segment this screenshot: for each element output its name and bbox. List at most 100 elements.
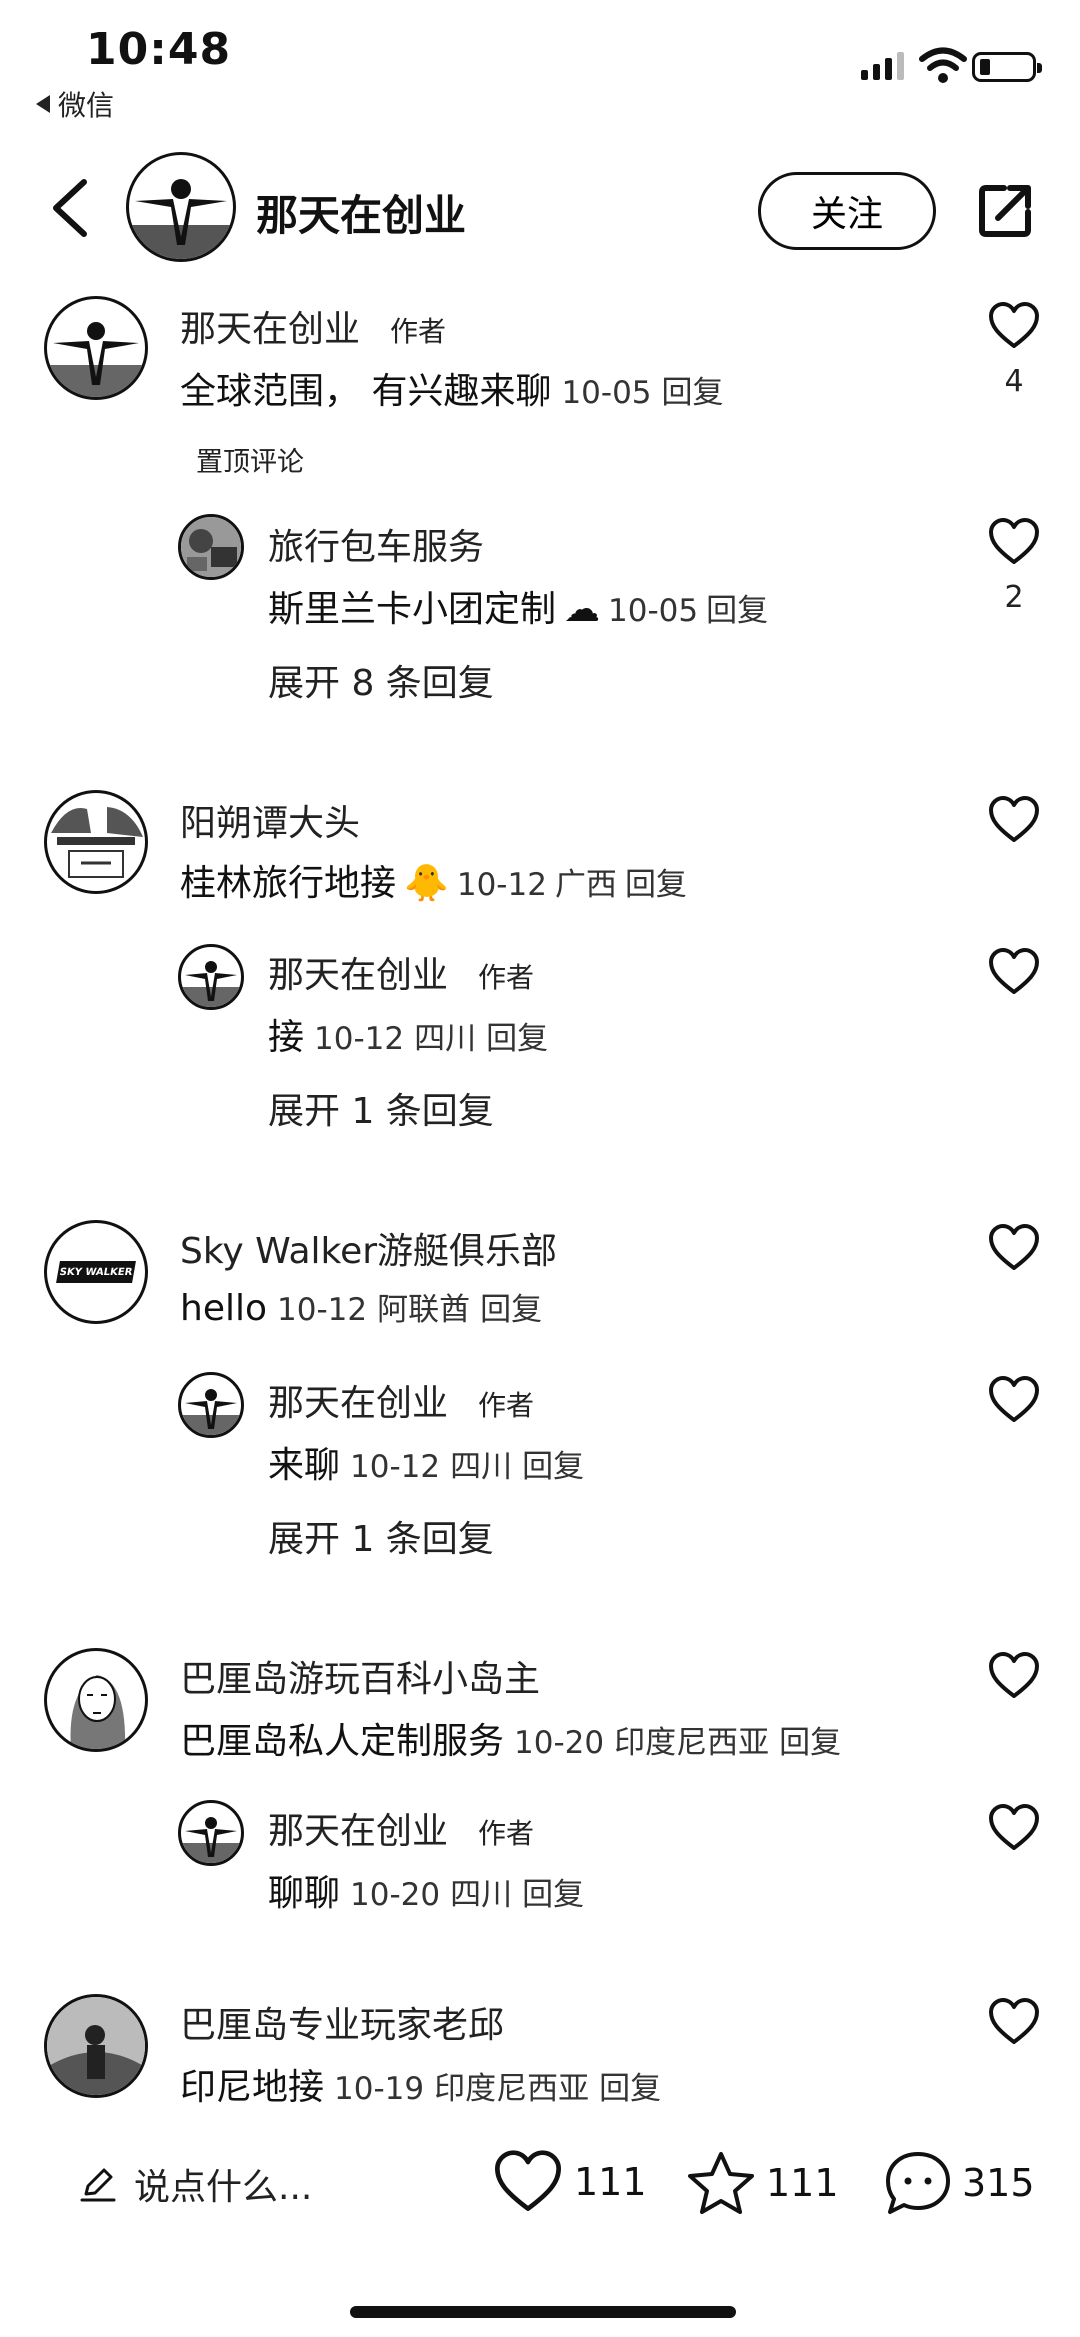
pinned-label: 置顶评论 xyxy=(196,447,304,478)
bird-emoji: 🐥 xyxy=(404,863,449,904)
reply-header: 那天在创业 作者 xyxy=(268,1802,534,1854)
reply-avatar[interactable] xyxy=(178,1372,244,1438)
comment-date: 10-12 xyxy=(456,867,547,903)
back-triangle-icon xyxy=(36,95,50,113)
reply-location: 四川 xyxy=(450,1877,513,1913)
comment-text: 巴厘岛私人定制服务 xyxy=(180,1721,505,1762)
reply-avatar[interactable] xyxy=(178,1800,244,1866)
avatar-logo-text: SKY WALKER xyxy=(56,1261,136,1283)
reply-username[interactable]: 那天在创业 xyxy=(268,946,448,998)
reply-body: 来聊 10-12 四川 回复 xyxy=(268,1436,584,1488)
heart-icon[interactable] xyxy=(988,1376,1040,1424)
reply-link[interactable]: 回复 xyxy=(779,1717,841,1762)
reply-link[interactable]: 回复 xyxy=(522,1441,584,1486)
author-tag: 作者 xyxy=(478,1817,535,1850)
reply-link[interactable]: 回复 xyxy=(706,585,768,630)
battery-icon xyxy=(972,52,1042,82)
expand-replies-link[interactable]: 展开 1 条回复 xyxy=(268,1082,494,1134)
share-icon[interactable] xyxy=(976,182,1034,240)
reply-body: 聊聊 10-20 四川 回复 xyxy=(268,1864,584,1916)
reply-link[interactable]: 回复 xyxy=(522,1869,584,1914)
comment-date: 10-12 xyxy=(277,1292,368,1328)
page-title: 那天在创业 xyxy=(256,191,467,240)
expand-replies-link[interactable]: 展开 8 条回复 xyxy=(268,654,494,706)
comment-body: 印尼地接 10-19 印度尼西亚 回复 xyxy=(180,2058,661,2110)
heart-icon[interactable] xyxy=(988,302,1040,350)
reply-body: 接 10-12 四川 回复 xyxy=(268,1008,548,1060)
reply-header: 那天在创业 作者 xyxy=(268,1374,534,1426)
comment-username[interactable]: Sky Walker游艇俱乐部 xyxy=(180,1222,557,1274)
like-count: 4 xyxy=(1004,364,1024,399)
reply-avatar[interactable] xyxy=(178,514,244,580)
reply-text: 来聊 xyxy=(268,1445,341,1486)
reply-text: 接 xyxy=(268,1017,305,1058)
reply-link[interactable]: 回复 xyxy=(486,1013,548,1058)
comment-username[interactable]: 那天在创业 xyxy=(180,300,360,352)
reply-avatar[interactable] xyxy=(178,944,244,1010)
comment-username[interactable]: 阳朔谭大头 xyxy=(180,794,360,846)
commenter-avatar[interactable] xyxy=(44,790,148,894)
edit-pencil-icon xyxy=(80,2168,116,2202)
reply-username[interactable]: 旅行包车服务 xyxy=(268,518,484,570)
comment-date: 10-19 xyxy=(334,2071,425,2107)
author-tag: 作者 xyxy=(478,961,535,994)
comment-username[interactable]: 巴厘岛游玩百科小岛主 xyxy=(180,1650,540,1702)
reply-location: 四川 xyxy=(450,1449,513,1485)
heart-icon[interactable] xyxy=(988,518,1040,566)
cellular-signal-icon xyxy=(861,52,904,80)
comment-text: 全球范围， 有兴趣来聊 xyxy=(180,371,552,412)
comment-text: hello xyxy=(180,1288,267,1329)
heart-icon[interactable] xyxy=(988,796,1040,844)
comment-total: 315 xyxy=(962,2161,1035,2205)
reply-link[interactable]: 回复 xyxy=(662,367,724,412)
comment-body: 桂林旅行地接 🐥 10-12 广西 回复 xyxy=(180,854,687,906)
reply-text: 聊聊 xyxy=(268,1873,341,1914)
favorite-button[interactable]: 111 xyxy=(686,2150,839,2216)
cloud-emoji: ☁ xyxy=(564,589,601,630)
reply-link[interactable]: 回复 xyxy=(599,2063,661,2108)
author-avatar[interactable] xyxy=(126,152,236,262)
star-icon xyxy=(688,2152,754,2214)
favorite-total: 111 xyxy=(766,2161,839,2205)
comment-location: 印度尼西亚 xyxy=(434,2071,590,2107)
comment-input-placeholder: 说点什么... xyxy=(134,2167,313,2208)
reply-body: 斯里兰卡小团定制 ☁ 10-05 回复 xyxy=(268,580,768,632)
reply-date: 10-05 xyxy=(608,593,699,629)
heart-icon[interactable] xyxy=(988,1998,1040,2046)
reply-username[interactable]: 那天在创业 xyxy=(268,1374,448,1426)
comment-text: 印尼地接 xyxy=(180,2067,325,2108)
follow-button[interactable]: 关注 xyxy=(758,172,936,250)
commenter-avatar[interactable]: SKY WALKER xyxy=(44,1220,148,1324)
like-button[interactable]: 111 xyxy=(492,2150,647,2214)
author-tag: 作者 xyxy=(390,315,447,348)
comment-date: 10-05 xyxy=(561,375,652,411)
heart-icon[interactable] xyxy=(988,948,1040,996)
reply-date: 10-12 xyxy=(314,1021,405,1057)
comment-body: hello 10-12 阿联酋 回复 xyxy=(180,1284,542,1329)
commenter-avatar[interactable] xyxy=(44,1648,148,1752)
comment-body: 全球范围， 有兴趣来聊 10-05 回复 xyxy=(180,362,724,414)
reply-username[interactable]: 那天在创业 xyxy=(268,1802,448,1854)
expand-replies-link[interactable]: 展开 1 条回复 xyxy=(268,1510,494,1562)
back-chevron-icon[interactable] xyxy=(48,178,94,238)
status-time: 10:48 xyxy=(86,24,232,75)
reply-text: 斯里兰卡小团定制 xyxy=(268,589,557,630)
comment-username[interactable]: 巴厘岛专业玩家老邱 xyxy=(180,1996,504,2048)
like-count: 2 xyxy=(1004,580,1024,615)
back-to-app-link[interactable]: 微信 xyxy=(36,84,114,124)
comment-input[interactable]: 说点什么... xyxy=(78,2158,312,2210)
comment-location: 阿联酋 xyxy=(377,1292,471,1328)
commenter-avatar[interactable] xyxy=(44,296,148,400)
reply-link[interactable]: 回复 xyxy=(480,1284,542,1329)
comment-text: 桂林旅行地接 xyxy=(180,863,397,904)
commenter-avatar[interactable] xyxy=(44,1994,148,2098)
comment-location: 广西 xyxy=(554,867,617,903)
heart-icon[interactable] xyxy=(988,1804,1040,1852)
reply-date: 10-20 xyxy=(350,1877,441,1913)
heart-icon[interactable] xyxy=(988,1652,1040,1700)
comment-button[interactable]: 315 xyxy=(884,2150,1035,2216)
reply-link[interactable]: 回复 xyxy=(625,859,687,904)
heart-icon[interactable] xyxy=(988,1224,1040,1272)
home-indicator[interactable] xyxy=(350,2306,736,2318)
like-total: 111 xyxy=(574,2160,647,2204)
